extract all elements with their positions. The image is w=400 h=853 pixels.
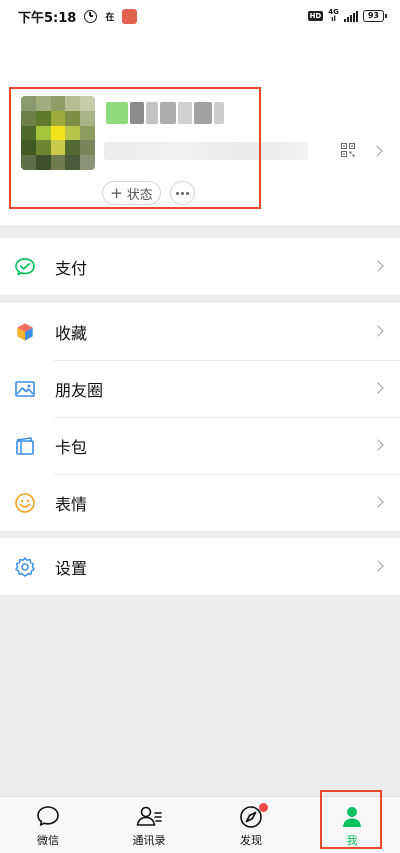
menu-label-cards: 卡包 <box>55 437 88 457</box>
gear-icon <box>15 557 35 577</box>
tab-label-discover: 发现 <box>240 834 262 847</box>
battery-icon: 93 <box>362 10 388 22</box>
pay-icon <box>15 258 35 276</box>
menu-group-pay: 支付 <box>0 238 400 295</box>
chevron-right-icon <box>372 439 384 451</box>
status-bar: 下午5:18 在 HD 4G ıl 93 <box>0 0 400 32</box>
menu-label-moments: 朋友圈 <box>55 380 104 400</box>
status-left: 下午5:18 在 <box>18 7 138 26</box>
status-mini-label: 在 <box>105 12 115 23</box>
network-indicator: 4G ıl <box>328 9 339 23</box>
alarm-icon <box>84 9 98 23</box>
menu-group-settings: 设置 <box>0 538 400 595</box>
menu-label-stickers: 表情 <box>55 494 88 514</box>
status-time: 下午5:18 <box>18 10 77 26</box>
chevron-right-icon <box>372 496 384 508</box>
status-label: 状态 <box>126 187 153 203</box>
chevron-right-icon <box>372 325 384 337</box>
menu-label-favorites: 收藏 <box>55 323 88 343</box>
sticker-smiley-icon <box>15 493 35 513</box>
favorites-icon <box>16 322 34 342</box>
hd-badge: HD <box>307 11 324 21</box>
more-status-button[interactable] <box>170 181 195 205</box>
chevron-right-icon <box>372 382 384 394</box>
discover-notification-dot <box>259 803 268 812</box>
menu-item-pay[interactable]: 支付 <box>0 238 400 295</box>
qr-code-icon[interactable] <box>341 143 355 157</box>
tab-discover[interactable]: 发现 <box>211 797 291 853</box>
menu-item-cards[interactable]: 卡包 <box>0 417 400 474</box>
menu-group-main: 收藏 朋友圈 卡包 表情 <box>0 303 400 531</box>
network-arrows: ıl <box>331 15 336 23</box>
menu-label-pay: 支付 <box>55 258 88 278</box>
menu-item-stickers[interactable]: 表情 <box>0 474 400 531</box>
chevron-right-icon <box>372 260 384 272</box>
signal-icon <box>343 10 358 22</box>
menu-item-settings[interactable]: 设置 <box>0 538 400 595</box>
tab-label-contacts: 通讯录 <box>132 834 166 847</box>
tab-me-highlight-frame <box>320 790 382 849</box>
tab-contacts[interactable]: 通讯录 <box>109 797 189 853</box>
menu-label-settings: 设置 <box>55 558 88 578</box>
chat-bubble-icon <box>37 806 59 826</box>
menu-item-moments[interactable]: 朋友圈 <box>0 360 400 417</box>
tab-chats[interactable]: 微信 <box>8 797 88 853</box>
chevron-right-icon <box>372 560 384 572</box>
menu-item-favorites[interactable]: 收藏 <box>0 303 400 360</box>
tab-label-chats: 微信 <box>37 834 59 847</box>
status-right: HD 4G ıl 93 <box>307 9 388 23</box>
moments-icon <box>15 381 35 397</box>
plus-icon: + <box>110 183 123 202</box>
add-status-button[interactable]: + 状态 <box>102 181 161 205</box>
contacts-icon <box>136 806 162 826</box>
card-wallet-icon <box>16 437 34 455</box>
app-notification-icon <box>122 8 138 24</box>
